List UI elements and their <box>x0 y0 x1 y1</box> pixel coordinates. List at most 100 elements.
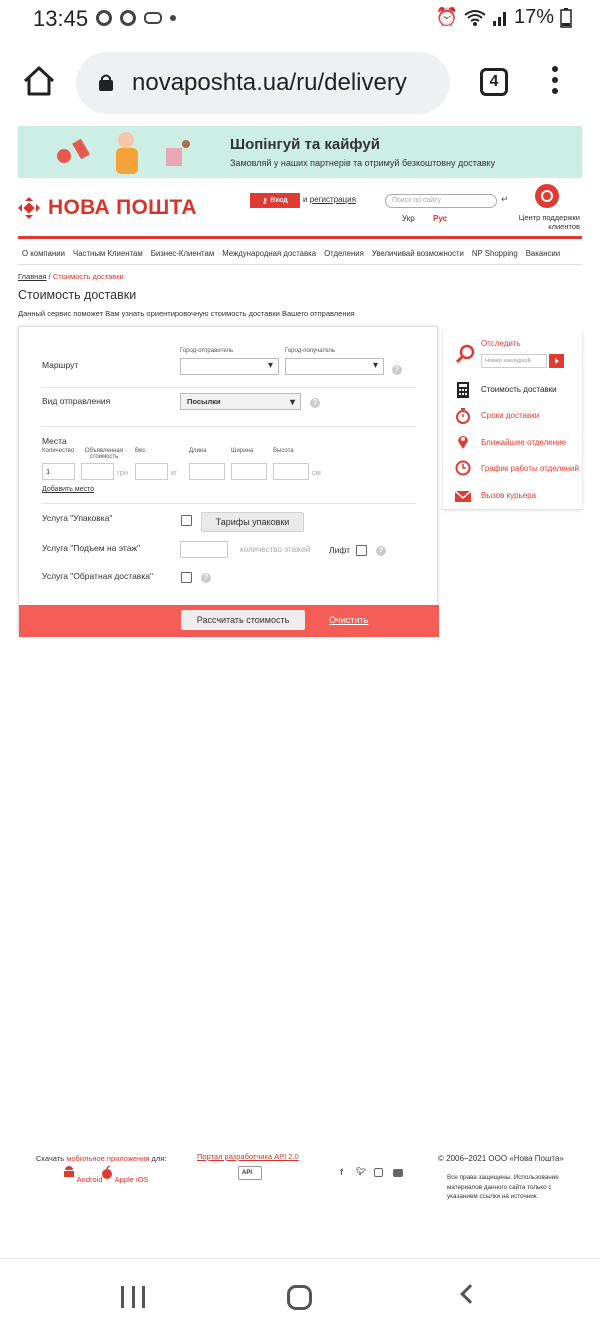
nav-item-about[interactable]: О компании <box>18 249 69 258</box>
clock-icon <box>455 460 471 476</box>
shipment-type-label: Вид отправления <box>42 396 111 406</box>
android-app-link[interactable]: Android <box>63 1166 103 1184</box>
shipment-type-select[interactable]: Посылки <box>180 393 301 410</box>
twitter-icon[interactable]: 🐦︎ <box>356 1167 366 1176</box>
chrome-icon <box>120 10 136 26</box>
divider <box>41 503 416 504</box>
map-pin-icon <box>458 436 468 449</box>
site-search-input[interactable]: Поиск по сайту <box>385 194 497 208</box>
floors-placeholder: количество этажей <box>240 545 311 554</box>
breadcrumb-home[interactable]: Главная <box>18 272 47 281</box>
weight-input[interactable] <box>135 463 168 480</box>
nav-item-business[interactable]: Бизнес-Клиентам <box>147 249 218 258</box>
footer-download: Скачать мобильное приложения для: <box>36 1154 166 1163</box>
lift-checkbox[interactable] <box>356 545 367 556</box>
calculate-button[interactable]: Рассчитать стоимость <box>181 610 305 630</box>
lang-rus[interactable]: Рус <box>433 214 447 223</box>
register-link[interactable]: регистрация <box>310 195 356 204</box>
breadcrumb-current: Стоимость доставки <box>52 272 124 281</box>
facebook-icon[interactable]: f <box>340 1167 343 1177</box>
nav-item-branches[interactable]: Отделения <box>320 249 368 258</box>
nova-poshta-logo-icon <box>18 197 40 219</box>
nav-item-private[interactable]: Частным Клиентам <box>69 249 147 258</box>
floors-input[interactable] <box>180 541 228 558</box>
api-icon[interactable]: API <box>238 1166 262 1180</box>
alarm-icon: ⏰ <box>435 7 458 27</box>
tab-switcher-button[interactable]: 4 <box>480 68 508 96</box>
promo-banner[interactable]: Шопінгуй та кайфуй Замовляй у наших парт… <box>18 126 582 178</box>
floor-help-icon[interactable]: ? <box>376 546 386 556</box>
ios-app-link[interactable]: Apple iOS <box>101 1165 148 1184</box>
sidebar-item-nearest[interactable]: Ближайшее отделение <box>481 438 566 447</box>
packing-label: Услуга "Упаковка" <box>42 513 113 523</box>
back-icon[interactable] <box>460 1284 480 1304</box>
return-delivery-checkbox[interactable] <box>181 572 192 583</box>
height-input[interactable] <box>273 463 309 480</box>
main-nav: О компании Частным Клиентам Бизнес-Клиен… <box>18 242 582 264</box>
packing-checkbox[interactable] <box>181 515 192 526</box>
status-time: 13:45 <box>33 6 89 31</box>
menu-icon[interactable] <box>552 66 560 99</box>
status-bar: 13:45 ⏰ 17% <box>0 0 600 40</box>
youtube-icon[interactable] <box>393 1169 403 1177</box>
clear-link[interactable]: Очистить <box>329 615 368 625</box>
page-description: Данный сервис поможет Вам узнать ориенти… <box>18 309 355 318</box>
lang-ukr[interactable]: Укр <box>402 214 415 223</box>
nav-item-vacancies[interactable]: Вакансии <box>522 249 564 258</box>
apple-icon <box>102 1165 112 1179</box>
banner-title: Шопінгуй та кайфуй <box>230 136 380 153</box>
nav-item-np-shopping[interactable]: NP Shopping <box>468 249 522 258</box>
nav-divider <box>18 264 582 265</box>
system-home-icon[interactable] <box>287 1285 312 1310</box>
packing-tariffs-button[interactable]: Тарифы упаковки <box>201 512 304 532</box>
signal-icon <box>492 11 506 26</box>
sidebar-item-terms[interactable]: Сроки доставки <box>481 411 539 420</box>
logo[interactable]: НОВА ПОШТА <box>18 196 197 220</box>
city-from-select[interactable] <box>180 358 279 375</box>
route-label: Маршрут <box>42 360 79 370</box>
recent-apps-icon[interactable] <box>121 1286 145 1308</box>
url-text[interactable]: novaposhta.ua/ru/delivery <box>132 69 407 97</box>
sidebar-item-cost[interactable]: Стоимость доставки <box>481 385 557 394</box>
battery-icon <box>560 7 572 28</box>
return-help-icon[interactable]: ? <box>201 573 211 583</box>
sidebar-item-schedule[interactable]: График работы отделений <box>481 464 579 473</box>
instagram-icon[interactable] <box>374 1168 383 1177</box>
register-link-wrap: и регистрация <box>303 195 356 204</box>
api-portal-link[interactable]: Портал разработчика API 2.0 <box>197 1152 299 1161</box>
nav-item-opportunities[interactable]: Увеличивай возможности <box>368 249 468 258</box>
col-width: Ширина <box>231 448 254 454</box>
support-label[interactable]: Центр поддержки клиентов <box>508 213 580 231</box>
key-icon: ⚷ <box>262 197 268 205</box>
nav-item-international[interactable]: Международная доставка <box>218 249 320 258</box>
download-prefix: Скачать <box>36 1154 67 1163</box>
cast-icon <box>144 12 162 24</box>
places-label: Места <box>42 436 67 446</box>
declared-value-input[interactable] <box>81 463 114 480</box>
add-place-link[interactable]: Добавить место <box>42 486 94 493</box>
login-button[interactable]: ⚷ Вход <box>250 193 300 208</box>
city-to-select[interactable] <box>285 358 384 375</box>
search-enter-icon[interactable]: ↵ <box>501 194 509 205</box>
return-delivery-label: Услуга "Обратная доставка" <box>42 571 153 581</box>
divider <box>41 387 416 388</box>
download-suffix: для: <box>149 1154 167 1163</box>
track-submit-button[interactable] <box>549 354 564 368</box>
sidebar-item-courier[interactable]: Вызов курьера <box>481 491 536 500</box>
route-help-icon[interactable]: ? <box>392 365 402 375</box>
delivery-cost-form: Маршрут Город-отправитель Город-получате… <box>18 326 439 637</box>
home-icon[interactable] <box>22 64 56 98</box>
address-bar[interactable]: novaposhta.ua/ru/delivery <box>76 52 450 114</box>
support-icon[interactable] <box>535 184 559 208</box>
tracking-number-input[interactable]: Номер накладной <box>481 354 547 368</box>
shipment-help-icon[interactable]: ? <box>310 398 320 408</box>
track-label[interactable]: Отследить <box>481 339 521 348</box>
services-sidebar: Отследить Номер накладной Стоимость дост… <box>442 330 582 510</box>
android-icon <box>64 1166 74 1177</box>
download-link[interactable]: мобильное приложения <box>66 1154 149 1163</box>
width-input[interactable] <box>231 463 267 480</box>
quantity-input[interactable]: 1 <box>42 463 75 480</box>
city-from-label: Город-отправитель <box>180 348 234 354</box>
system-nav-divider <box>0 1258 600 1259</box>
length-input[interactable] <box>189 463 225 480</box>
